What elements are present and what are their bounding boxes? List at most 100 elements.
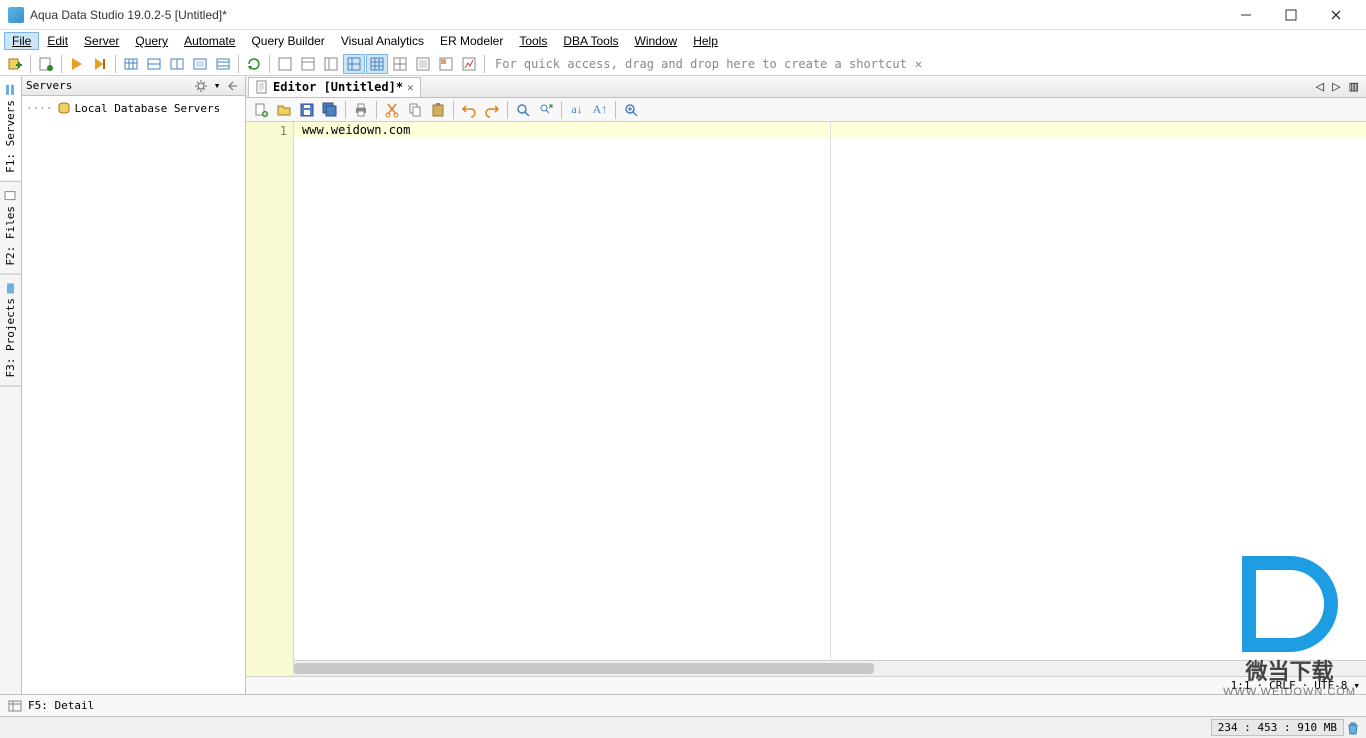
cut-button[interactable]: [381, 100, 403, 120]
panel-dropdown-button[interactable]: ▾: [209, 78, 225, 94]
menu-edit[interactable]: Edit: [39, 32, 76, 50]
window-title: Aqua Data Studio 19.0.2-5 [Untitled]*: [30, 8, 1223, 22]
encoding-dropdown-icon[interactable]: ▾: [1353, 679, 1360, 692]
refresh-button[interactable]: [243, 54, 265, 74]
status-bar: 234 : 453 : 910 MB: [0, 716, 1366, 738]
menu-dba-tools[interactable]: DBA Tools: [555, 32, 626, 50]
memory-usage[interactable]: 234 : 453 : 910 MB: [1211, 719, 1344, 736]
run-selection-button[interactable]: [89, 54, 111, 74]
redo-icon: [484, 102, 500, 118]
grid5-icon: [215, 56, 231, 72]
tab-next-button[interactable]: ▷: [1329, 80, 1343, 93]
layout7-button[interactable]: [412, 54, 434, 74]
servers-tree[interactable]: ···· Local Database Servers: [22, 96, 245, 120]
new-file-button[interactable]: [250, 100, 272, 120]
panel-collapse-button[interactable]: [225, 78, 241, 94]
replace-button[interactable]: [535, 100, 557, 120]
scrollbar-thumb[interactable]: [294, 663, 874, 674]
find-icon: [515, 102, 531, 118]
save-icon: [299, 102, 315, 118]
menu-query-builder[interactable]: Query Builder: [243, 32, 332, 50]
separator: [61, 55, 62, 73]
layout5-icon: [369, 56, 385, 72]
redo-button[interactable]: [481, 100, 503, 120]
maximize-button[interactable]: [1268, 0, 1313, 30]
save-all-button[interactable]: [319, 100, 341, 120]
collapse-icon: [228, 81, 238, 91]
vtab-servers[interactable]: F1: Servers: [0, 76, 21, 182]
panel-settings-button[interactable]: [193, 78, 209, 94]
copy-button[interactable]: [404, 100, 426, 120]
result-grid4-button[interactable]: [189, 54, 211, 74]
menu-er-modeler[interactable]: ER Modeler: [432, 32, 511, 50]
editor-horizontal-scrollbar[interactable]: [294, 660, 1366, 676]
layout6-icon: [392, 56, 408, 72]
new-file-icon: [253, 102, 269, 118]
code-text-area[interactable]: www.weidown.com: [294, 122, 1366, 676]
layout1-button[interactable]: [274, 54, 296, 74]
print-button[interactable]: [350, 100, 372, 120]
save-all-icon: [322, 102, 338, 118]
open-button[interactable]: [273, 100, 295, 120]
code-editor[interactable]: 1 www.weidown.com: [246, 122, 1366, 676]
title-bar: Aqua Data Studio 19.0.2-5 [Untitled]*: [0, 0, 1366, 30]
left-tab-strip: F1: Servers F2: Files F3: Projects: [0, 76, 22, 694]
zoom-button[interactable]: [620, 100, 642, 120]
menu-automate[interactable]: Automate: [176, 32, 243, 50]
detail-bar[interactable]: F5: Detail: [0, 694, 1366, 716]
trash-icon: [1346, 721, 1360, 735]
file-icon: [5, 190, 17, 202]
drop-hint-close-button[interactable]: ✕: [915, 57, 922, 71]
result-grid2-button[interactable]: [143, 54, 165, 74]
menu-query[interactable]: Query: [127, 32, 176, 50]
gc-button[interactable]: [1344, 721, 1362, 735]
layout4-button[interactable]: [343, 54, 365, 74]
separator: [453, 101, 454, 119]
print-margin-rule: [830, 122, 831, 676]
result-grid-button[interactable]: [120, 54, 142, 74]
menu-file[interactable]: File: [4, 32, 39, 50]
minimize-icon: [1238, 7, 1254, 23]
toolbar-drop-hint[interactable]: For quick access, drag and drop here to …: [489, 57, 1362, 71]
menu-help[interactable]: Help: [685, 32, 726, 50]
lowercase-button[interactable]: a↓: [566, 100, 588, 120]
vtab-projects[interactable]: F3: Projects: [0, 274, 21, 386]
editor-tab-close-button[interactable]: ✕: [407, 81, 414, 94]
layout7-icon: [415, 56, 431, 72]
new-query-icon: [38, 56, 54, 72]
encoding[interactable]: UTF-8: [1314, 679, 1347, 692]
editor-tab-untitled[interactable]: Editor [Untitled]* ✕: [248, 77, 421, 97]
paste-button[interactable]: [427, 100, 449, 120]
register-server-button[interactable]: [4, 54, 26, 74]
vtab-label: F2: Files: [4, 206, 17, 266]
minimize-button[interactable]: [1223, 0, 1268, 30]
run-button[interactable]: [66, 54, 88, 74]
line-ending[interactable]: CRLF: [1269, 679, 1296, 692]
tab-list-button[interactable]: ▥: [1346, 80, 1362, 93]
tab-prev-button[interactable]: ◁: [1313, 80, 1327, 93]
layout6-button[interactable]: [389, 54, 411, 74]
menu-server[interactable]: Server: [76, 32, 127, 50]
servers-panel-title: Servers: [26, 79, 193, 92]
menu-visual-analytics[interactable]: Visual Analytics: [333, 32, 432, 50]
undo-button[interactable]: [458, 100, 480, 120]
new-query-button[interactable]: [35, 54, 57, 74]
layout8-button[interactable]: [435, 54, 457, 74]
project-icon: [5, 282, 17, 294]
uppercase-button[interactable]: A↑: [589, 100, 611, 120]
close-button[interactable]: [1313, 0, 1358, 30]
servers-panel: Servers ▾ ···· Local Database Servers: [22, 76, 246, 694]
menu-window[interactable]: Window: [627, 32, 686, 50]
vtab-files[interactable]: F2: Files: [0, 182, 21, 275]
result-grid5-button[interactable]: [212, 54, 234, 74]
tree-node-local-db-servers[interactable]: ···· Local Database Servers: [26, 100, 241, 116]
layout5-button[interactable]: [366, 54, 388, 74]
find-button[interactable]: [512, 100, 534, 120]
grid-icon: [123, 56, 139, 72]
result-grid3-button[interactable]: [166, 54, 188, 74]
layout3-button[interactable]: [320, 54, 342, 74]
save-button[interactable]: [296, 100, 318, 120]
layout2-button[interactable]: [297, 54, 319, 74]
layout9-button[interactable]: [458, 54, 480, 74]
menu-tools[interactable]: Tools: [511, 32, 555, 50]
